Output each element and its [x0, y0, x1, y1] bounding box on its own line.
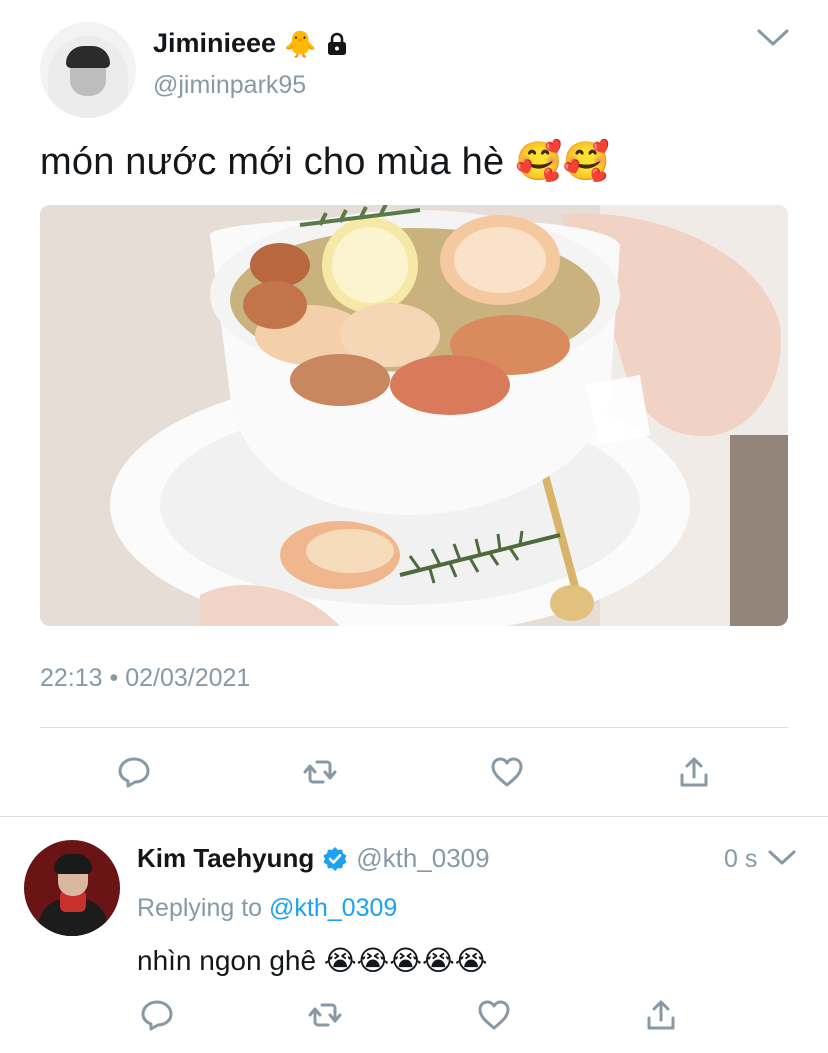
- author-avatar[interactable]: [40, 22, 136, 118]
- lock-icon: [326, 32, 348, 56]
- photo-illustration: [40, 205, 788, 626]
- heart-icon: [478, 1000, 510, 1030]
- reply-text: nhìn ngon ghê 😭😭😭😭😭: [137, 945, 488, 976]
- reply-button[interactable]: [114, 752, 154, 792]
- tweet-text: món nước mới cho mùa hè 🥰🥰: [40, 141, 611, 183]
- replying-to-line: Replying to @kth_0309: [137, 894, 397, 923]
- reply-header[interactable]: Kim Taehyung @kth_0309: [137, 843, 490, 874]
- author-name-row[interactable]: Jiminieee 🐥: [153, 28, 348, 59]
- chevron-down-icon[interactable]: [767, 849, 797, 867]
- reply-time[interactable]: 0 s: [724, 845, 757, 874]
- retweet-icon: [308, 1003, 342, 1027]
- heart-icon: [491, 757, 523, 787]
- author-display-name[interactable]: Jiminieee: [153, 28, 276, 59]
- divider: [40, 727, 788, 728]
- retweet-button[interactable]: [305, 995, 345, 1035]
- reply-author-name[interactable]: Kim Taehyung: [137, 843, 314, 874]
- reply-button[interactable]: [137, 995, 177, 1035]
- tweet-timestamp[interactable]: 22:13 • 02/03/2021: [40, 664, 250, 693]
- avatar-hair-shape: [66, 46, 110, 68]
- tweet-photo[interactable]: [40, 205, 788, 626]
- like-button[interactable]: [487, 752, 527, 792]
- chevron-down-icon[interactable]: [756, 28, 790, 48]
- chick-emoji-icon: 🐥: [284, 28, 317, 59]
- replying-prefix: Replying to: [137, 894, 263, 922]
- reply-author-handle[interactable]: @kth_0309: [356, 843, 489, 874]
- replying-mention-link[interactable]: @kth_0309: [269, 894, 397, 922]
- retweet-button[interactable]: [300, 752, 340, 792]
- reply-author-avatar[interactable]: [24, 840, 120, 936]
- share-icon: [680, 757, 708, 787]
- reply-icon: [141, 1000, 173, 1031]
- share-button[interactable]: [674, 752, 714, 792]
- like-button[interactable]: [474, 995, 514, 1035]
- reply-icon: [118, 757, 150, 788]
- share-button[interactable]: [641, 995, 681, 1035]
- retweet-icon: [303, 760, 337, 784]
- verified-badge-icon: [322, 846, 348, 872]
- avatar-hair-shape: [54, 854, 92, 874]
- share-icon: [647, 1000, 675, 1030]
- author-handle[interactable]: @jiminpark95: [153, 71, 306, 100]
- section-divider: [0, 816, 828, 817]
